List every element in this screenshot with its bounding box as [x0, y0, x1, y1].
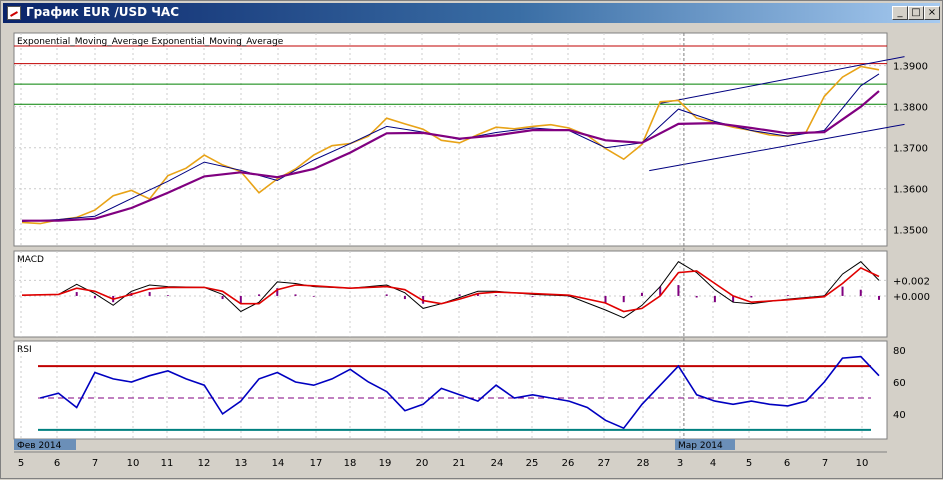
x-tick-label: 19 — [379, 458, 392, 469]
x-tick-label: 3 — [677, 458, 683, 469]
x-tick-label: 4 — [710, 458, 716, 469]
macd-tick-label: +0.000 — [893, 292, 930, 303]
x-tick-label: 10 — [127, 458, 140, 469]
chart-window: График EUR /USD ЧАС _ □ × 1.3500 1.3600 1.… — [0, 0, 943, 479]
x-tick-label: 28 — [637, 458, 650, 469]
rsi-tick-label: 80 — [893, 346, 906, 357]
x-tick-label: 6 — [784, 458, 790, 469]
x-tick-label: 20 — [416, 458, 429, 469]
price-tick-label: 1.3700 — [893, 144, 928, 155]
x-tick-label: 26 — [562, 458, 575, 469]
x-tick-label: 17 — [310, 458, 323, 469]
indicator-title: Exponential_Moving_Average Exponential_M… — [17, 37, 284, 47]
rsi-panel-title: RSI — [17, 345, 32, 355]
x-tick-label: 27 — [598, 458, 611, 469]
x-tick-label: 5 — [18, 458, 24, 469]
rsi-tick-label: 40 — [893, 410, 906, 421]
price-tick-label: 1.3500 — [893, 226, 928, 237]
price-tick-label: 1.3900 — [893, 62, 928, 73]
x-tick-label: 24 — [491, 458, 504, 469]
x-tick-label: 6 — [54, 458, 60, 469]
x-tick-label: 25 — [526, 458, 539, 469]
period-label: Мар 2014 — [678, 441, 723, 451]
panel-1-background — [13, 32, 888, 247]
x-tick-label: 11 — [161, 458, 174, 469]
x-tick-label: 21 — [453, 458, 466, 469]
panel-3-background — [13, 340, 888, 440]
macd-tick-label: +0.002 — [893, 276, 930, 287]
period-label: Фев 2014 — [17, 441, 62, 451]
x-tick-label: 7 — [822, 458, 828, 469]
chart-canvas[interactable]: 1.3500 1.3600 1.3700 1.3800 1.3900 Exponentia… — [1, 1, 943, 480]
macd-panel-title: MACD — [17, 255, 44, 265]
x-tick-label: 18 — [344, 458, 357, 469]
price-tick-label: 1.3800 — [893, 103, 928, 114]
x-tick-label: 7 — [92, 458, 98, 469]
x-tick-label: 13 — [235, 458, 248, 469]
x-tick-label: 12 — [198, 458, 211, 469]
x-tick-label: 14 — [272, 458, 285, 469]
x-tick-label: 5 — [746, 458, 752, 469]
panel-2-background — [13, 250, 888, 338]
rsi-tick-label: 60 — [893, 378, 906, 389]
price-tick-label: 1.3600 — [893, 185, 928, 196]
x-tick-label: 10 — [856, 458, 869, 469]
